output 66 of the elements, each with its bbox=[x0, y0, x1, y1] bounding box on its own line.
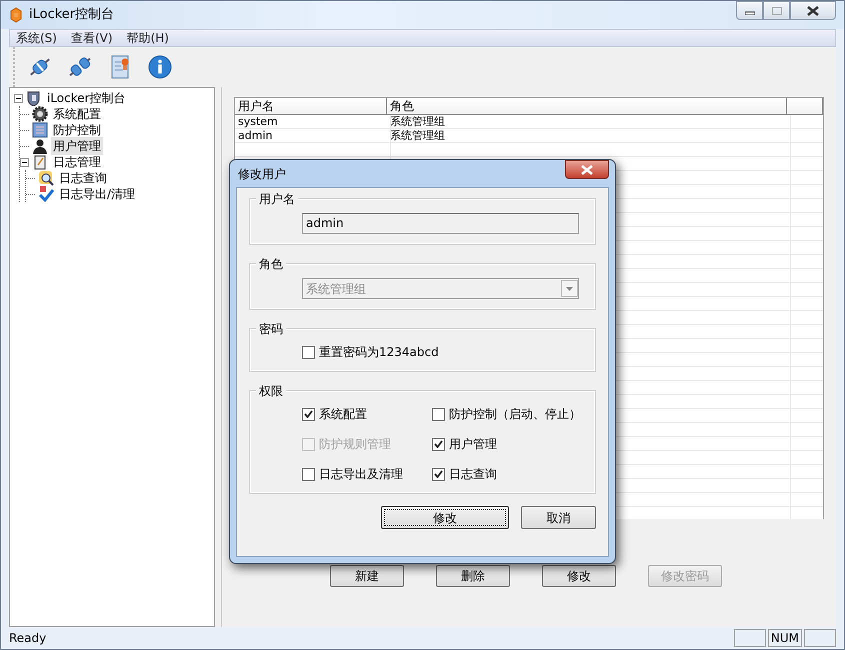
dialog-button[interactable]: 取消 bbox=[521, 506, 596, 529]
tree-item[interactable]: 日志管理 bbox=[51, 153, 103, 171]
tree-item[interactable]: 用户管理 bbox=[51, 137, 103, 155]
table-cell-text: admin bbox=[237, 129, 274, 143]
tree-item[interactable]: 防护控制 bbox=[51, 121, 103, 139]
status-text: Ready bbox=[9, 630, 48, 647]
checkmark-icon bbox=[38, 186, 54, 202]
app-icon bbox=[9, 7, 23, 23]
checkbox-label: 日志查询 bbox=[449, 466, 497, 483]
column-header[interactable]: 角色 bbox=[387, 98, 787, 115]
menu-item[interactable]: 帮助(H) bbox=[126, 29, 169, 47]
checkbox[interactable] bbox=[302, 468, 315, 480]
checkbox[interactable] bbox=[432, 468, 445, 480]
notebook-icon bbox=[32, 154, 48, 170]
collapse-toggle[interactable] bbox=[20, 158, 29, 166]
info-icon[interactable] bbox=[147, 54, 173, 80]
close-icon bbox=[581, 164, 593, 174]
table-cell-text: system bbox=[237, 115, 279, 129]
tree-item[interactable]: 系统配置 bbox=[51, 105, 103, 123]
checkbox[interactable] bbox=[302, 346, 315, 358]
tree-item[interactable]: 日志导出/清理 bbox=[57, 185, 138, 203]
status-indicator: NUM bbox=[768, 629, 802, 647]
checkbox[interactable] bbox=[302, 408, 315, 420]
dialog-button[interactable]: 修改 bbox=[381, 506, 509, 529]
column-header[interactable]: 用户名 bbox=[235, 98, 387, 115]
magnifier-icon bbox=[38, 170, 54, 186]
checkbox-label: 日志导出及清理 bbox=[319, 466, 403, 483]
checkbox-label: 重置密码为1234abcd bbox=[319, 344, 439, 361]
checkbox-label: 防护规则管理 bbox=[319, 436, 391, 453]
menu-item[interactable]: 查看(V) bbox=[70, 29, 113, 47]
dialog-title: 修改用户 bbox=[238, 166, 286, 182]
column-header[interactable] bbox=[787, 98, 823, 115]
status-panel bbox=[804, 629, 836, 647]
tree-item[interactable]: 日志查询 bbox=[57, 169, 109, 187]
table-cell-text: 系统管理组 bbox=[389, 115, 446, 129]
table-cell-text: 系统管理组 bbox=[389, 129, 446, 143]
shield-icon bbox=[26, 90, 42, 106]
menu-item[interactable]: 系统(S) bbox=[16, 29, 57, 47]
action-button[interactable]: 新建 bbox=[330, 565, 404, 587]
username-field[interactable]: admin bbox=[302, 213, 579, 234]
collapse-toggle[interactable] bbox=[14, 94, 23, 102]
panel-icon bbox=[32, 122, 48, 138]
checkbox-label: 系统配置 bbox=[319, 406, 367, 423]
checkbox-label: 防护控制（启动、停止） bbox=[449, 406, 581, 423]
check-icon bbox=[304, 410, 313, 418]
gear-icon bbox=[32, 106, 48, 122]
checkbox-label: 用户管理 bbox=[449, 436, 497, 453]
action-button[interactable]: 修改 bbox=[542, 565, 616, 587]
action-button[interactable]: 删除 bbox=[436, 565, 510, 587]
close-button[interactable] bbox=[790, 1, 836, 20]
dropdown-button[interactable] bbox=[561, 280, 578, 297]
caret-icon bbox=[566, 286, 573, 290]
status-panel bbox=[734, 629, 766, 647]
checkbox[interactable] bbox=[432, 438, 445, 450]
check-icon bbox=[434, 470, 443, 478]
group-label: 权限 bbox=[256, 382, 286, 400]
close-button[interactable] bbox=[565, 160, 609, 179]
maximize-icon bbox=[772, 6, 782, 14]
close-icon bbox=[807, 6, 819, 16]
dropdown-value: 系统管理组 bbox=[306, 280, 366, 298]
check-icon bbox=[434, 440, 443, 448]
checkbox[interactable] bbox=[432, 408, 445, 420]
user-icon bbox=[32, 138, 48, 154]
tree-item[interactable]: iLocker控制台 bbox=[45, 89, 128, 107]
minimize-button[interactable] bbox=[736, 1, 763, 20]
window-title: iLocker控制台 bbox=[29, 6, 114, 24]
